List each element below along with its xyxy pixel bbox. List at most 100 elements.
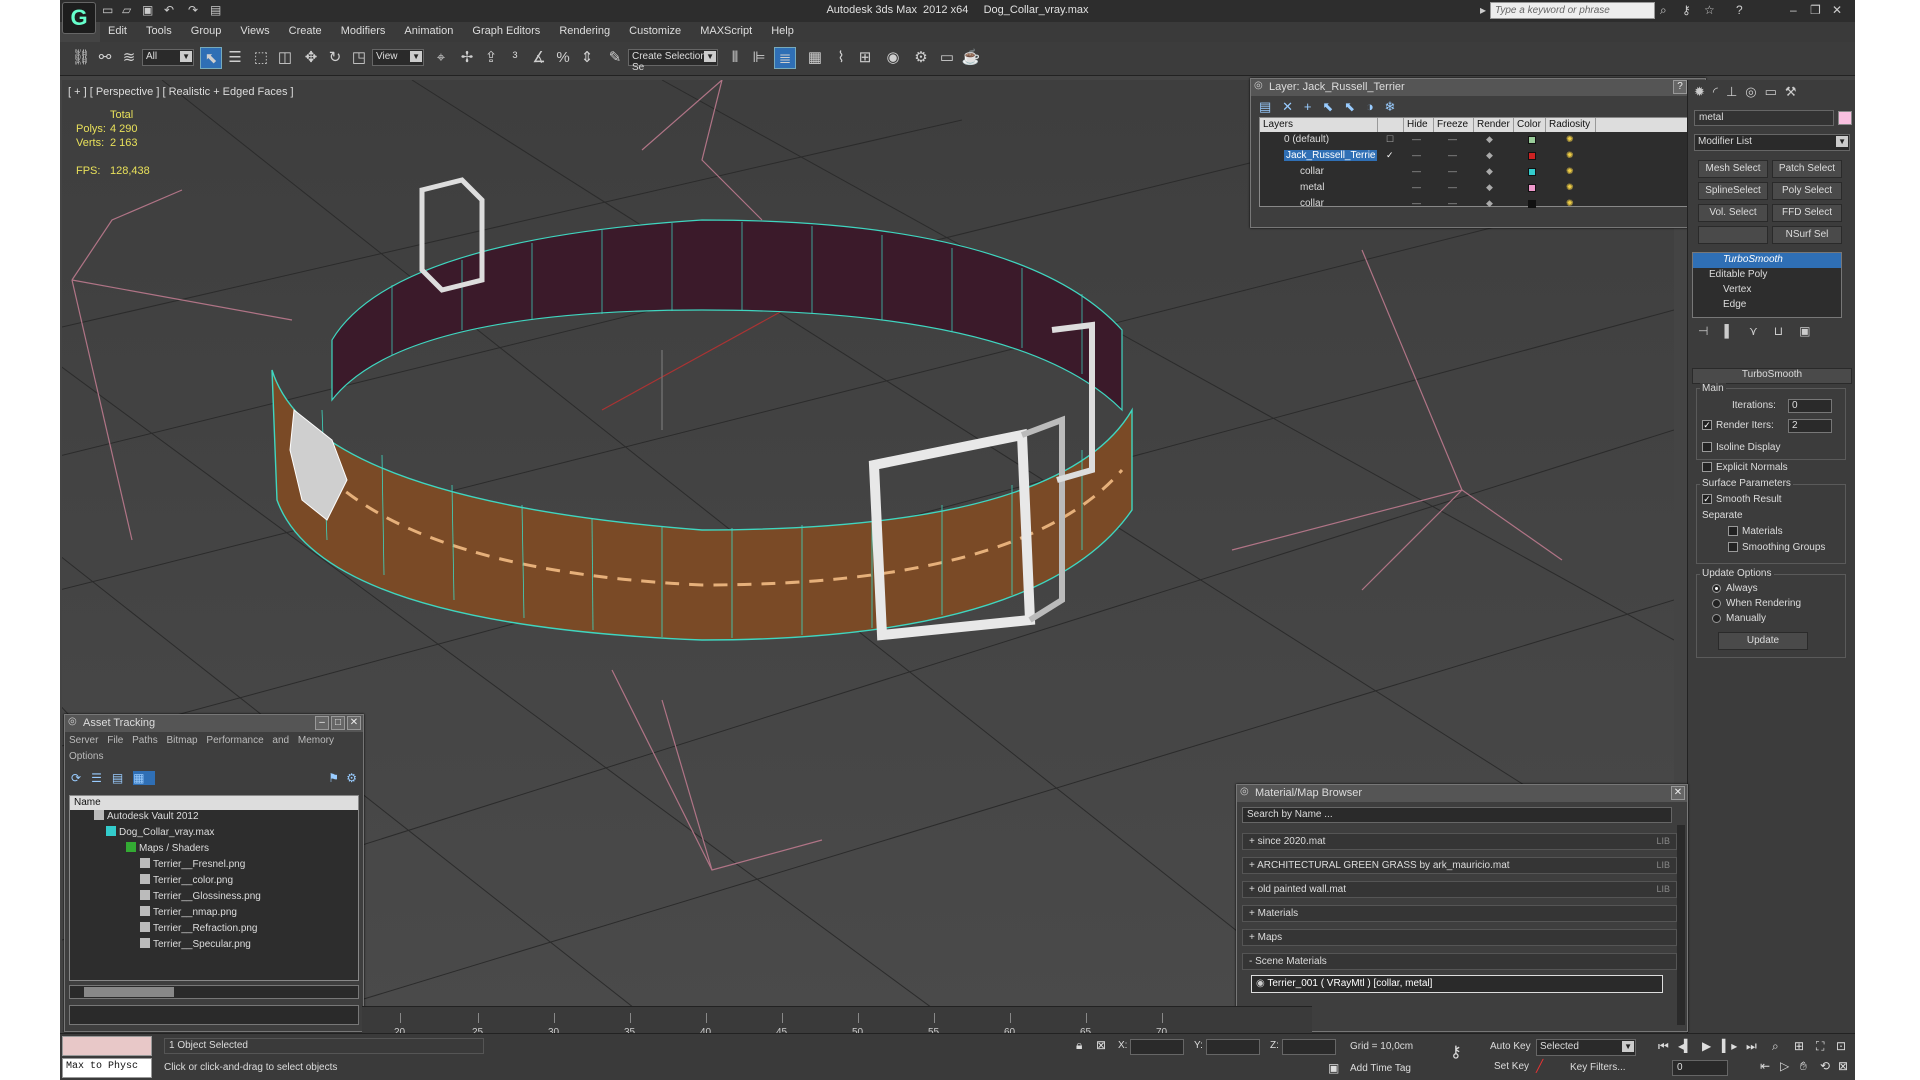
save-file-icon[interactable]: ▣ (142, 3, 153, 17)
layer-color-swatch[interactable] (1528, 168, 1536, 176)
scene-material-item[interactable]: ◉ Terrier_001 ( VRayMtl ) [collar, metal… (1251, 975, 1663, 993)
key-mode-toggle-icon[interactable]: ⇤ (1760, 1059, 1770, 1073)
radiosity-icon[interactable]: ✺ (1566, 134, 1574, 145)
layer-manager-icon[interactable]: ≣ (774, 47, 796, 69)
go-to-start-icon[interactable]: ⏮ (1658, 1039, 1669, 1054)
minimize-icon[interactable]: – (1790, 3, 1797, 17)
remove-modifier-icon[interactable]: ⊔ (1774, 324, 1799, 338)
menu-rendering[interactable]: Rendering (551, 22, 618, 40)
undo-icon[interactable]: ↶ (164, 3, 174, 17)
close-icon[interactable]: ✕ (1832, 3, 1842, 17)
show-end-result-icon[interactable]: ▌ (1724, 324, 1749, 338)
col-radiosity[interactable]: Radiosity (1546, 118, 1596, 132)
next-frame-icon[interactable]: ▍▸ (1722, 1039, 1737, 1053)
asset-menu-options[interactable]: Options (69, 751, 103, 762)
asset-scroll-thumb[interactable] (84, 987, 174, 997)
update-manually-radio[interactable] (1712, 614, 1721, 623)
star-icon[interactable]: ☆ (1704, 3, 1715, 17)
freeze-toggle[interactable]: — (1448, 166, 1457, 176)
key-filter-icon[interactable]: ╱ (1536, 1059, 1543, 1073)
freeze-all-icon[interactable]: ❄ (1385, 99, 1396, 114)
configure-sets-icon[interactable]: ▣ (1799, 324, 1826, 338)
utilities-tab-icon[interactable]: ⚒ (1785, 84, 1805, 99)
asset-item[interactable]: Terrier__Glossiness.png (70, 890, 358, 906)
rectangular-region-icon[interactable]: ⬚ (250, 47, 272, 69)
material-search-input[interactable]: Search by Name ... (1242, 807, 1672, 823)
asset-minimize-button[interactable]: – (315, 716, 329, 730)
material-group-row[interactable]: - Scene Materials (1242, 953, 1677, 970)
auto-key-button[interactable]: Auto Key (1490, 1041, 1531, 1052)
freeze-toggle[interactable]: — (1448, 150, 1457, 160)
asset-item[interactable]: Dog_Collar_vray.max (70, 826, 358, 842)
vol-select-button[interactable]: Vol. Select (1698, 204, 1768, 222)
hierarchy-tab-icon[interactable]: ⊥ (1726, 84, 1745, 99)
ffd-select-button[interactable]: FFD Select (1772, 204, 1842, 222)
percent-snap-icon[interactable]: % (552, 47, 574, 69)
active-layer-check[interactable]: ✓ (1386, 150, 1394, 161)
set-key-button[interactable]: Set Key (1494, 1061, 1529, 1072)
render-teapot-icon[interactable]: ◆ (1486, 198, 1493, 209)
stack-item-turbosmooth[interactable]: TurboSmooth (1693, 253, 1841, 268)
render-teapot-icon[interactable]: ◆ (1486, 166, 1493, 177)
render-teapot-icon[interactable]: ◆ (1486, 150, 1493, 161)
zoom-all-icon[interactable]: ⊞ (1794, 1039, 1804, 1053)
asset-column-name[interactable]: Name (70, 796, 358, 810)
layer-color-swatch[interactable] (1528, 136, 1536, 144)
separate-materials-checkbox[interactable] (1728, 526, 1738, 536)
pan-view-icon[interactable]: ✋︎ (1800, 1059, 1807, 1074)
set-key-icon[interactable]: ⚷ (1450, 1042, 1462, 1062)
reference-coordinate-dropdown[interactable]: View (372, 49, 424, 66)
redo-icon[interactable]: ↷ (188, 3, 198, 17)
layer-color-swatch[interactable] (1528, 200, 1536, 208)
zoom-extents-icon[interactable]: ⛶ (1816, 1039, 1824, 1054)
asset-item[interactable]: Maps / Shaders (70, 842, 358, 858)
z-coord-field[interactable] (1282, 1039, 1336, 1055)
hide-all-icon[interactable]: ◑ (1366, 99, 1374, 114)
material-browser-scrollbar[interactable] (1677, 825, 1685, 1025)
col-color[interactable]: Color (1514, 118, 1546, 132)
selection-filter-dropdown[interactable]: All (142, 49, 194, 66)
freeze-toggle[interactable]: — (1448, 134, 1457, 144)
asset-horizontal-scrollbar[interactable] (69, 985, 359, 999)
absolute-mode-icon[interactable]: ⊠ (1096, 1038, 1106, 1052)
col-hide[interactable]: Hide (1404, 118, 1434, 132)
asset-item[interactable]: Terrier__nmap.png (70, 906, 358, 922)
hide-toggle[interactable]: — (1412, 182, 1421, 192)
render-iters-checkbox[interactable]: ✓ (1702, 420, 1712, 430)
update-button[interactable]: Update (1718, 632, 1808, 650)
snaps-toggle-icon[interactable]: ³ (504, 47, 526, 69)
iterations-spinner[interactable]: 0 (1788, 399, 1832, 413)
named-selection-dropdown[interactable]: Create Selection Se (628, 49, 718, 73)
orbit-icon[interactable]: ⟲ (1820, 1059, 1830, 1073)
new-file-icon[interactable]: ▭ (102, 3, 113, 17)
separate-smoothing-checkbox[interactable] (1728, 542, 1738, 552)
asset-item[interactable]: Terrier__Fresnel.png (70, 858, 358, 874)
angle-snap-icon[interactable]: ∡ (528, 47, 550, 69)
asset-menu-bitmap[interactable]: Bitmap Performance and Memory (167, 735, 335, 746)
menu-tools[interactable]: Tools (138, 22, 180, 40)
layer-row[interactable]: collar — — ◆ ✺ (1260, 164, 1698, 180)
maximize-viewport-icon[interactable]: ⊠ (1838, 1059, 1848, 1073)
project-folder-icon[interactable]: ▤ (210, 3, 221, 17)
menu-help[interactable]: Help (763, 22, 802, 40)
object-color-swatch[interactable] (1838, 111, 1852, 125)
render-teapot-icon[interactable]: ◆ (1486, 182, 1493, 193)
menu-maxscript[interactable]: MAXScript (692, 22, 760, 40)
asset-item[interactable]: Terrier__Refraction.png (70, 922, 358, 938)
x-coord-field[interactable] (1130, 1039, 1184, 1055)
turbosmooth-rollout-header[interactable]: TurboSmooth (1692, 368, 1852, 384)
key-mode-dropdown[interactable]: Selected (1536, 1039, 1636, 1056)
select-by-name-icon[interactable]: ☰ (224, 47, 246, 69)
layer-row[interactable]: 0 (default) ☐ — — ◆ ✺ (1260, 132, 1698, 148)
hide-toggle[interactable]: — (1412, 134, 1421, 144)
create-layer-icon[interactable]: ▤ (1259, 99, 1271, 114)
key-filters-button[interactable]: Key Filters... (1570, 1062, 1626, 1073)
go-to-end-icon[interactable]: ⏭ (1746, 1039, 1757, 1054)
spline-select-button[interactable]: SplineSelect (1698, 182, 1768, 200)
explicit-normals-checkbox[interactable] (1702, 462, 1712, 472)
asset-item[interactable]: Autodesk Vault 2012 (70, 810, 358, 826)
window-crossing-icon[interactable]: ◫ (274, 47, 296, 69)
timeline[interactable]: 20 25 30 35 40 45 50 55 60 65 70 (362, 1006, 1312, 1038)
zoom-extents-all-icon[interactable]: ⊡ (1836, 1039, 1846, 1053)
menu-animation[interactable]: Animation (396, 22, 461, 40)
